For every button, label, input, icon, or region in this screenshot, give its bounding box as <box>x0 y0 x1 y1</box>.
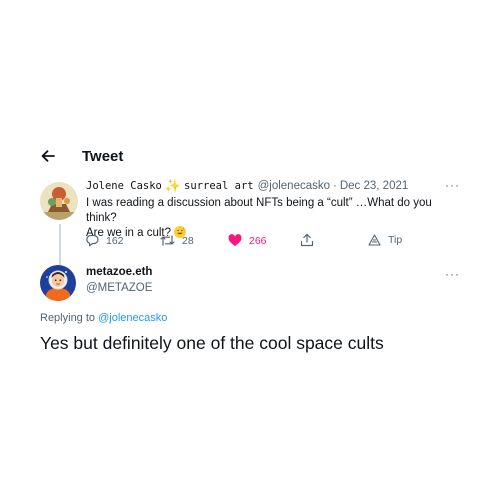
retweet-action[interactable]: 28 <box>160 234 194 247</box>
parent-tweet-meta: Jolene Casko ✨ surreal art @jolenecasko … <box>86 178 460 194</box>
tip-action[interactable]: Tip <box>368 234 402 246</box>
parent-handle[interactable]: @jolenecasko <box>258 178 330 194</box>
reply-bubble-icon <box>86 234 99 247</box>
parent-name-suffix: surreal art <box>184 180 254 192</box>
reply-handle[interactable]: @METAZOE <box>86 282 152 294</box>
reply-display-name[interactable]: metazoe.eth <box>86 266 152 278</box>
replying-handle-link[interactable]: @jolenecasko <box>98 312 167 324</box>
meta-separator: · <box>333 180 337 192</box>
reply-tweet-text: Yes but definitely one of the cool space… <box>40 333 384 353</box>
parent-text-line1: I was reading a discussion about NFTs be… <box>86 197 432 224</box>
astronaut-avatar-icon <box>40 265 76 301</box>
tweet-actions: 162 28 266 Tip <box>86 232 416 252</box>
like-action[interactable]: 266 <box>228 234 267 247</box>
reply-more-button[interactable]: ··· <box>445 267 460 281</box>
parent-more-button[interactable]: ··· <box>445 178 460 192</box>
tweet-header: Tweet <box>40 144 460 168</box>
replying-prefix: Replying to <box>40 312 96 324</box>
like-count: 266 <box>249 234 267 247</box>
share-action[interactable] <box>300 233 321 247</box>
retweet-count: 28 <box>182 234 194 247</box>
share-icon <box>300 233 314 247</box>
tip-icon <box>368 234 381 246</box>
reply-avatar[interactable] <box>40 265 76 301</box>
retweet-icon <box>160 235 175 246</box>
sparkles-icon: ✨ <box>164 178 182 193</box>
back-button[interactable] <box>40 148 56 164</box>
parent-date[interactable]: Dec 23, 2021 <box>340 178 408 194</box>
page-title: Tweet <box>82 147 124 165</box>
reply-action[interactable]: 162 <box>86 234 124 247</box>
replying-to: Replying to @jolenecasko <box>40 312 167 324</box>
tip-label: Tip <box>388 234 403 246</box>
surreal-art-avatar-icon <box>40 182 78 220</box>
arrow-left-icon <box>41 150 55 162</box>
heart-filled-icon <box>228 234 242 246</box>
reply-count: 162 <box>106 234 124 247</box>
parent-display-name[interactable]: Jolene Casko <box>86 178 162 194</box>
parent-avatar[interactable] <box>40 182 78 220</box>
